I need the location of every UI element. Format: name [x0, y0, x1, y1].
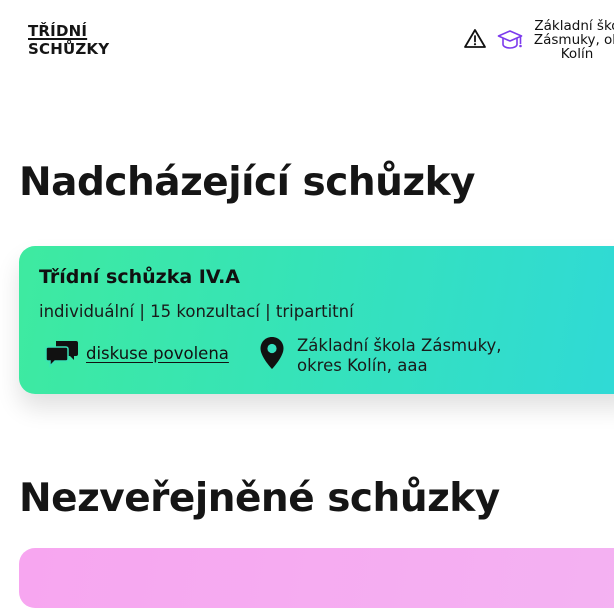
school-name-line-1: Základní ško [534, 18, 614, 34]
discussion-status: diskuse povolena [45, 338, 229, 368]
address-line-2: okres Kolín, aaa [297, 356, 428, 375]
address-line-1: Základní škola Zásmuky, [297, 336, 502, 355]
meeting-meta: individuální | 15 konzultací | tripartit… [39, 302, 354, 321]
meeting-title: Třídní schůzka IV.A [39, 266, 241, 288]
logo-line-2: SCHŮZKY [28, 40, 110, 58]
school-name-line-3: Kolín [560, 46, 594, 62]
school-selector[interactable]: Základní ško Zásmuky, ok Kolín [497, 18, 614, 62]
meeting-location: Základní škola Zásmuky, okres Kolín, aaa [259, 336, 557, 376]
meeting-card[interactable]: Třídní schůzka IV.A individuální | 15 ko… [19, 246, 614, 394]
unpublished-meetings-heading: Nezveřejněné schůzky [19, 476, 500, 521]
map-pin-icon [260, 337, 284, 369]
app-logo[interactable]: TŘÍDNÍ SCHŮZKY [28, 22, 109, 58]
logo-line-1: TŘÍDNÍ [28, 22, 88, 40]
upcoming-meetings-heading: Nadcházející schůzky [19, 160, 475, 205]
discussion-link[interactable]: diskuse povolena [86, 344, 229, 363]
graduation-cap-icon [497, 30, 523, 49]
chat-bubbles-icon [45, 341, 78, 368]
unpublished-meeting-card[interactable] [19, 548, 614, 608]
school-name-line-2: Zásmuky, ok [533, 32, 614, 48]
warning-icon[interactable] [463, 27, 487, 51]
